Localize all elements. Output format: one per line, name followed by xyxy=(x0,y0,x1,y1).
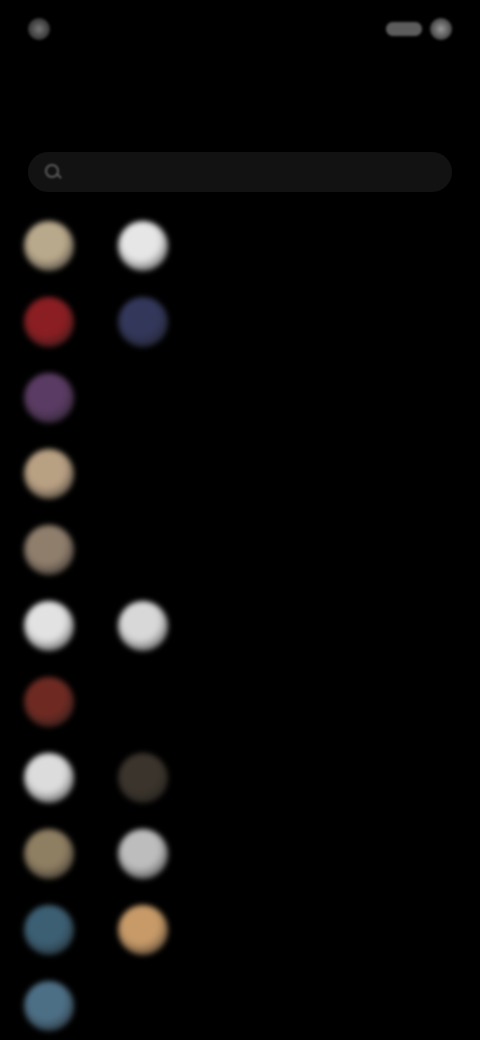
status-right xyxy=(378,18,452,40)
contact-chip[interactable] xyxy=(24,448,96,500)
contact-row xyxy=(24,360,456,436)
contact-avatar xyxy=(24,905,74,955)
contact-chip[interactable] xyxy=(24,752,96,804)
contact-chip[interactable] xyxy=(118,296,190,348)
contact-chip[interactable] xyxy=(24,296,96,348)
contact-chip[interactable] xyxy=(24,524,96,576)
header xyxy=(0,72,480,104)
contact-row xyxy=(24,740,456,816)
contact-avatar xyxy=(118,601,168,651)
contact-chip[interactable] xyxy=(24,372,96,424)
contact-avatar xyxy=(118,221,168,271)
notification-icon xyxy=(28,18,50,40)
contact-avatar xyxy=(24,753,74,803)
contact-list xyxy=(24,208,456,1040)
contact-row xyxy=(24,208,456,284)
contact-row xyxy=(24,892,456,968)
contact-avatar xyxy=(118,753,168,803)
contact-chip[interactable] xyxy=(118,752,190,804)
contact-chip[interactable] xyxy=(24,220,96,272)
contact-avatar xyxy=(24,677,74,727)
contact-avatar xyxy=(118,905,168,955)
contact-avatar xyxy=(118,829,168,879)
contact-chip[interactable] xyxy=(24,904,96,956)
search-icon xyxy=(44,163,62,181)
contact-chip[interactable] xyxy=(24,600,96,652)
contact-chip[interactable] xyxy=(118,220,190,272)
search-input[interactable] xyxy=(72,163,436,181)
contact-chip[interactable] xyxy=(24,676,96,728)
signal-icon xyxy=(386,22,422,36)
battery-icon xyxy=(430,18,452,40)
contact-chip[interactable] xyxy=(118,828,190,880)
contact-avatar xyxy=(118,297,168,347)
contact-row xyxy=(24,588,456,664)
contact-avatar xyxy=(24,601,74,651)
contact-avatar xyxy=(24,373,74,423)
contact-avatar xyxy=(24,829,74,879)
contacts-screen xyxy=(0,0,480,1040)
contact-row xyxy=(24,284,456,360)
contact-avatar xyxy=(24,981,74,1031)
contact-chip[interactable] xyxy=(24,828,96,880)
contact-avatar xyxy=(24,449,74,499)
contact-chip[interactable] xyxy=(24,980,96,1032)
contact-avatar xyxy=(24,525,74,575)
status-bar xyxy=(28,14,452,44)
contact-row xyxy=(24,968,456,1040)
status-left xyxy=(28,18,60,40)
contact-row xyxy=(24,664,456,740)
contact-avatar xyxy=(24,221,74,271)
search-bar[interactable] xyxy=(28,152,452,192)
contact-chip[interactable] xyxy=(118,600,190,652)
contact-avatar xyxy=(24,297,74,347)
contact-row xyxy=(24,512,456,588)
contact-row xyxy=(24,816,456,892)
contact-row xyxy=(24,436,456,512)
contact-chip[interactable] xyxy=(118,904,190,956)
